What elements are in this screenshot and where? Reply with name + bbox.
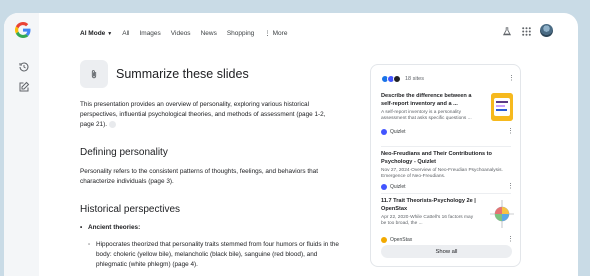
caret-down-icon: ▼ [107,30,113,37]
source-favicon-icon [393,75,401,83]
nav-more[interactable]: ⋮ More [264,29,287,37]
bullet-hippocrates: Hippocrates theorized that personality t… [80,240,340,270]
source-site-name: OpenStax [390,237,413,243]
left-sidebar [4,13,39,276]
bullet-ancient-theories: Ancient theories: [80,223,340,233]
source-site-name: Quizlet [390,129,406,135]
card-divider [381,146,511,147]
panel-more-icon[interactable]: ⋮ [508,75,515,82]
avatar[interactable] [540,24,553,37]
source-site: Quizlet [381,129,406,135]
nav-all[interactable]: All [122,30,129,37]
paperclip-icon [91,69,97,78]
source-card[interactable]: 11.7 Trait Theorists-Psychology 2e | Ope… [381,198,515,243]
card-more-icon[interactable]: ⋮ [507,183,514,190]
sites-count: 18 sites [405,76,424,82]
account-area [498,23,578,43]
sources-header[interactable]: 18 sites [381,74,424,84]
card-more-icon[interactable]: ⋮ [507,128,514,135]
nav-news[interactable]: News [201,30,217,37]
nav-videos[interactable]: Videos [171,30,191,37]
browser-window: AI Mode ▼ All Images Videos News Shopping… [4,13,578,276]
top-nav: AI Mode ▼ All Images Videos News Shopping… [80,27,297,39]
section-heading-defining: Defining personality [80,147,168,158]
source-site-name: Quizlet [390,184,406,190]
query-header: Summarize these slides [80,60,340,88]
link-chip-icon[interactable] [109,120,117,128]
google-logo-icon[interactable] [15,22,31,38]
historical-list: Ancient theories: Hippocrates theorized … [80,223,340,270]
labs-flask-icon[interactable] [502,26,512,37]
card-divider [381,193,511,194]
new-chat-edit-icon[interactable] [18,81,30,93]
source-thumbnail-image [489,198,515,230]
source-card[interactable]: Describe the difference between a self-r… [381,93,514,135]
nav-ai-mode-label: AI Mode [80,29,106,37]
section-defining-text: Personality refers to the consistent pat… [80,168,319,185]
source-site: Quizlet [381,184,406,190]
openstax-logo-icon [381,237,387,243]
history-icon[interactable] [18,61,30,73]
source-card-title: 11.7 Trait Theorists-Psychology 2e | Ope… [381,198,476,212]
source-card[interactable]: Neo-Freudians and Their Contributions to… [381,151,514,190]
intro-text: This presentation provides an overview o… [80,101,326,128]
intro-paragraph: This presentation provides an overview o… [80,100,340,130]
section-heading-historical: Historical perspectives [80,204,181,215]
nav-shopping[interactable]: Shopping [227,30,254,37]
source-thumbnail-image [491,93,513,121]
source-card-snippet: Nov 27, 2024·Overview of Neo-Freudian Ps… [381,168,503,179]
card-more-icon[interactable]: ⋮ [507,236,514,243]
source-card-snippet: A self-report inventory is a personality… [381,110,472,121]
quizlet-logo-icon [381,129,387,135]
source-card-snippet: Apr 22, 2020·While Cattell's 16 factors … [381,215,474,226]
nav-more-label: More [272,30,288,37]
source-card-title: Neo-Freudians and Their Contributions to… [381,151,492,165]
show-all-button[interactable]: Show all [381,245,512,258]
quizlet-logo-icon [381,184,387,190]
query-title: Summarize these slides [116,67,249,81]
answer-body: Summarize these slides This presentation… [80,60,340,270]
sources-panel: 18 sites ⋮ Describe the difference betwe… [370,64,521,267]
nav-ai-mode[interactable]: AI Mode ▼ [80,30,112,37]
attachment-thumbnail[interactable] [80,60,108,88]
source-site: OpenStax [381,237,412,243]
more-vert-icon: ⋮ [264,30,273,37]
google-apps-icon[interactable] [522,27,531,36]
source-card-title: Describe the difference between a self-r… [381,93,472,107]
nav-images[interactable]: Images [139,30,160,37]
